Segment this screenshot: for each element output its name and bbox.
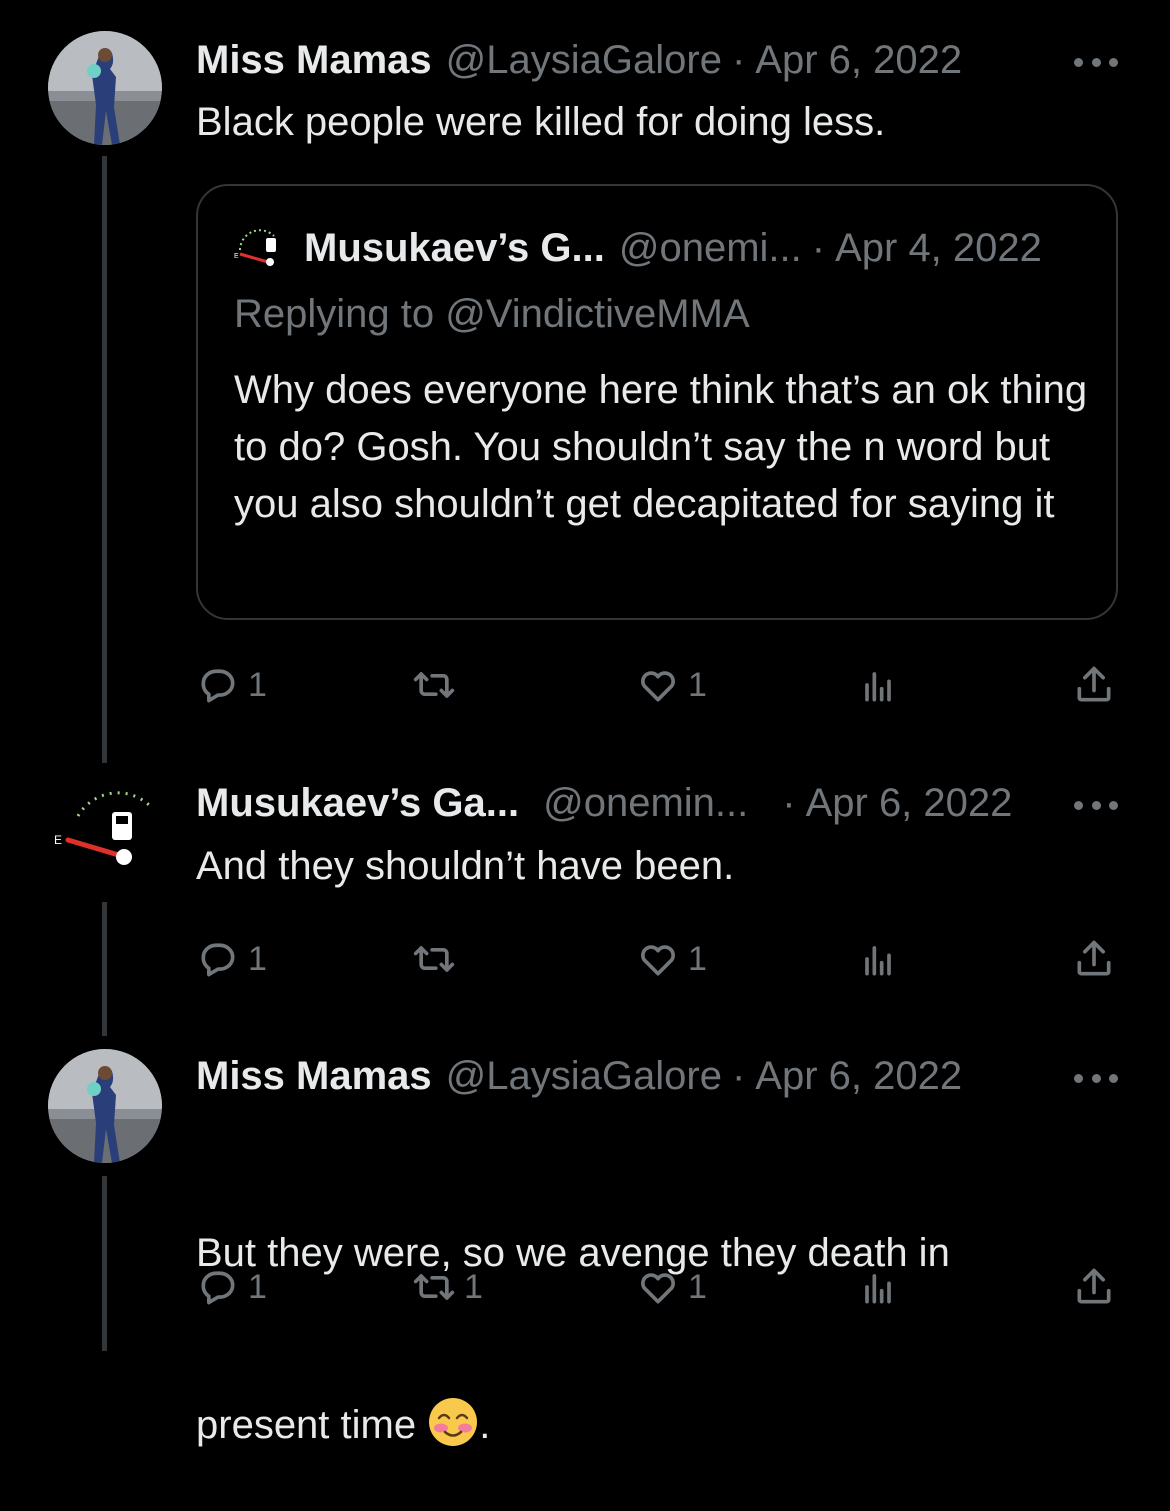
views-icon	[865, 946, 891, 976]
more-icon[interactable]	[1074, 52, 1118, 72]
retweet-icon	[413, 1274, 455, 1300]
quote-text: Why does everyone here think that’s an o…	[234, 368, 1088, 526]
separator: ·	[782, 780, 796, 825]
reply-count: 1	[248, 939, 267, 978]
retweet-button[interactable]: 1	[412, 1262, 483, 1312]
share-button[interactable]	[1072, 934, 1116, 984]
separator: ·	[811, 225, 826, 270]
retweet-icon	[413, 946, 455, 972]
tweet-date[interactable]: Apr 6, 2022	[755, 1054, 962, 1099]
thread-line	[102, 902, 107, 1036]
action-bar: 1 1	[196, 934, 1120, 984]
separator: ·	[731, 37, 746, 82]
smiling-face-blushing-emoji	[427, 1396, 479, 1448]
like-button[interactable]: 1	[636, 934, 707, 984]
retweet-button[interactable]	[412, 660, 464, 710]
author-handle[interactable]: @onemin...	[543, 781, 748, 826]
like-count: 1	[688, 1267, 707, 1306]
thread-line	[102, 156, 107, 763]
avatar[interactable]	[48, 1049, 162, 1163]
tweet-date[interactable]: Apr 6, 2022	[806, 781, 1013, 826]
tweet-header: Miss Mamas @LaysiaGalore · Apr 6, 2022	[196, 32, 962, 88]
replying-to[interactable]: Replying to @VindictiveMMA	[234, 292, 750, 337]
svg-text:E: E	[234, 253, 239, 260]
tweet-header: Musukaev’s Ga... @onemin... · Apr 6, 202…	[196, 775, 1012, 831]
like-count: 1	[688, 939, 707, 978]
author-name[interactable]: Miss Mamas	[196, 38, 432, 83]
like-count: 1	[688, 665, 707, 704]
quote-author-name[interactable]: Musukaev’s G...	[304, 226, 605, 271]
tweet-date[interactable]: Apr 6, 2022	[755, 38, 962, 83]
more-icon[interactable]	[1074, 795, 1118, 815]
heart-icon	[641, 671, 675, 702]
reply-button[interactable]: 1	[196, 660, 267, 710]
avatar[interactable]	[48, 31, 162, 145]
author-handle[interactable]: @LaysiaGalore	[446, 38, 722, 83]
reply-button[interactable]: 1	[196, 934, 267, 984]
tweet-text-line: present time .	[196, 1396, 950, 1454]
quote-header: E Musukaev’s G... @onemi... · Apr 4, 202…	[234, 222, 1042, 274]
author-name[interactable]: Miss Mamas	[196, 1054, 432, 1099]
views-button[interactable]	[856, 660, 900, 710]
reply-count: 1	[248, 665, 267, 704]
heart-icon	[641, 1273, 675, 1304]
author-handle[interactable]: @LaysiaGalore	[446, 1054, 722, 1099]
author-name[interactable]: Musukaev’s Ga...	[196, 781, 519, 826]
tweet-text-fragment: .	[479, 1403, 491, 1447]
thread-line	[102, 1176, 107, 1351]
quote-date[interactable]: Apr 4, 2022	[835, 226, 1042, 271]
avatar[interactable]: E	[48, 774, 162, 888]
retweet-icon	[413, 672, 455, 698]
heart-icon	[641, 945, 675, 976]
quote-author-handle[interactable]: @onemi...	[619, 226, 802, 271]
share-icon	[1077, 1268, 1111, 1304]
more-icon[interactable]	[1074, 1068, 1118, 1088]
tweet-header: Miss Mamas @LaysiaGalore · Apr 6, 2022	[196, 1048, 962, 1104]
reply-count: 1	[248, 1267, 267, 1306]
like-button[interactable]: 1	[636, 660, 707, 710]
views-button[interactable]	[856, 934, 900, 984]
action-bar: 1 1	[196, 660, 1120, 710]
share-button[interactable]	[1072, 1262, 1116, 1312]
action-bar: 1 1 1	[196, 1262, 1120, 1312]
views-icon	[865, 672, 891, 702]
share-icon	[1077, 940, 1111, 976]
tweet-text: Black people were killed for doing less.	[196, 100, 886, 144]
reply-button[interactable]: 1	[196, 1262, 267, 1312]
quoted-tweet[interactable]: E Musukaev’s G... @onemi... · Apr 4, 202…	[196, 184, 1118, 620]
reply-icon	[201, 669, 235, 703]
views-button[interactable]	[856, 1262, 900, 1312]
views-icon	[865, 1274, 891, 1304]
share-button[interactable]	[1072, 660, 1116, 710]
tweet-text: And they shouldn’t have been.	[196, 844, 735, 888]
share-icon	[1077, 666, 1111, 702]
like-button[interactable]: 1	[636, 1262, 707, 1312]
retweet-button[interactable]	[412, 934, 464, 984]
separator: ·	[731, 1053, 746, 1098]
svg-text:E: E	[54, 833, 62, 847]
retweet-count: 1	[464, 1267, 483, 1306]
gauge-avatar-icon: E	[234, 228, 286, 268]
reply-icon	[201, 943, 235, 977]
tweet-text-fragment: present time	[196, 1403, 417, 1447]
reply-icon	[201, 1271, 235, 1305]
